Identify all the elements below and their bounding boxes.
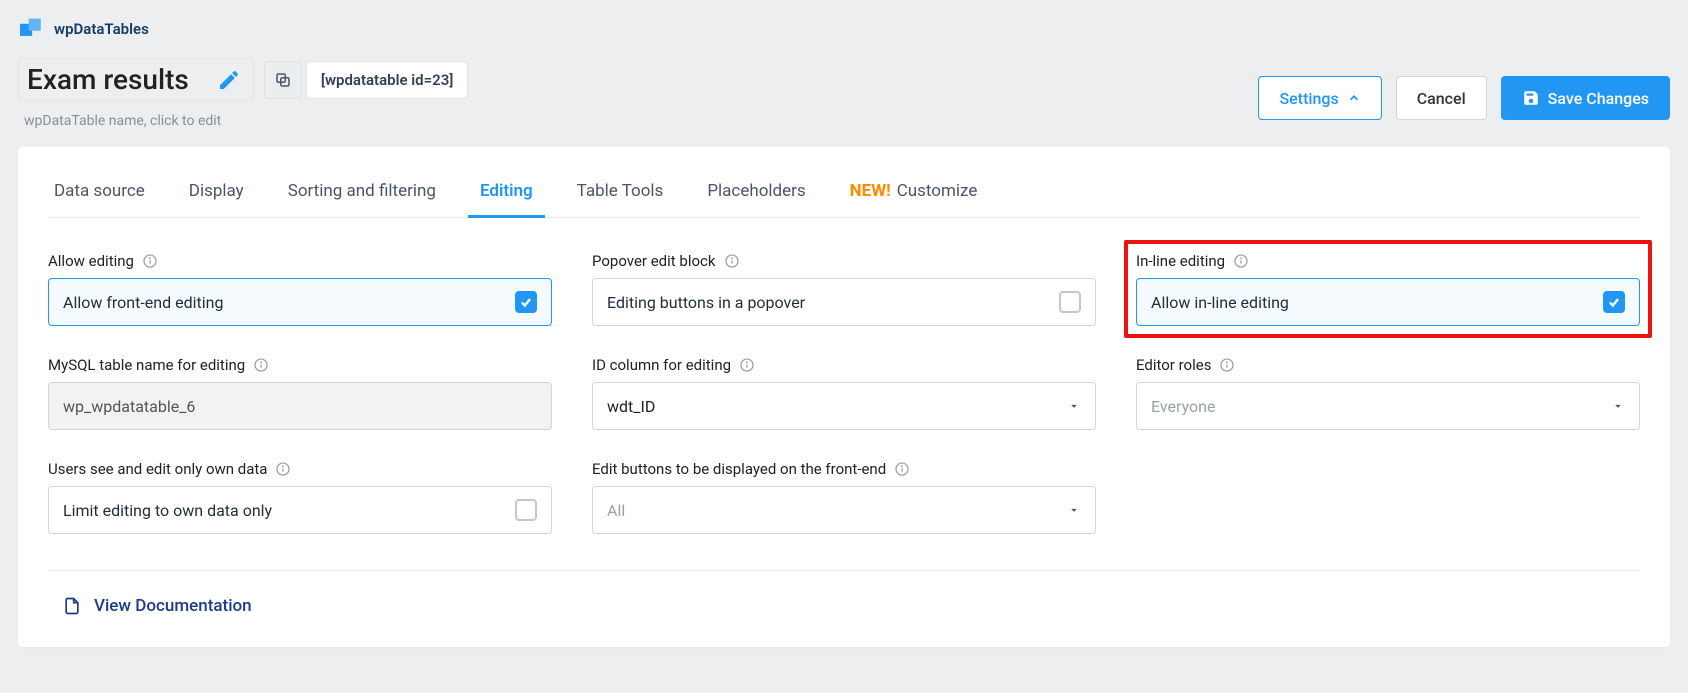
label-text: ID column for editing bbox=[592, 356, 731, 374]
settings-grid: Allow editing Allow front-end editing Po… bbox=[48, 252, 1640, 534]
tab-customize-label: Customize bbox=[897, 181, 978, 201]
inline-editing-toggle[interactable]: Allow in-line editing bbox=[1136, 278, 1640, 326]
allow-editing-label: Allow editing bbox=[48, 252, 552, 270]
document-icon bbox=[62, 595, 82, 617]
caret-down-icon bbox=[1611, 399, 1625, 413]
toggle-text: Editing buttons in a popover bbox=[607, 293, 805, 312]
caret-down-icon bbox=[1067, 399, 1081, 413]
info-icon[interactable] bbox=[894, 461, 910, 477]
select-value: wdt_ID bbox=[607, 397, 655, 416]
tab-display[interactable]: Display bbox=[187, 171, 246, 217]
view-documentation-link[interactable]: View Documentation bbox=[48, 595, 1640, 617]
copy-icon bbox=[274, 71, 292, 89]
edit-buttons-label: Edit buttons to be displayed on the fron… bbox=[592, 460, 1096, 478]
title-hint: wpDataTable name, click to edit bbox=[24, 113, 468, 129]
settings-label: Settings bbox=[1279, 89, 1338, 108]
label-text: MySQL table name for editing bbox=[48, 356, 245, 374]
separator bbox=[48, 570, 1640, 571]
inline-editing-label: In-line editing bbox=[1136, 252, 1640, 270]
doc-link-text: View Documentation bbox=[94, 596, 252, 616]
edit-buttons-select[interactable]: All bbox=[592, 486, 1096, 534]
info-icon[interactable] bbox=[275, 461, 291, 477]
own-data-label: Users see and edit only own data bbox=[48, 460, 552, 478]
topbar-left: Exam results [wpdatatable id=23] wpDataT… bbox=[18, 58, 468, 129]
toggle-text: Allow in-line editing bbox=[1151, 293, 1289, 312]
allow-editing-toggle[interactable]: Allow front-end editing bbox=[48, 278, 552, 326]
id-column-block: ID column for editing wdt_ID bbox=[592, 356, 1096, 430]
edit-buttons-block: Edit buttons to be displayed on the fron… bbox=[592, 460, 1096, 534]
brand-block: wpDataTables bbox=[20, 18, 1670, 40]
tab-sorting-filtering[interactable]: Sorting and filtering bbox=[286, 171, 438, 217]
editor-roles-select[interactable]: Everyone bbox=[1136, 382, 1640, 430]
shortcode-text[interactable]: [wpdatatable id=23] bbox=[306, 61, 469, 99]
mysql-table-label: MySQL table name for editing bbox=[48, 356, 552, 374]
cancel-button[interactable]: Cancel bbox=[1396, 76, 1487, 120]
save-button[interactable]: Save Changes bbox=[1501, 76, 1670, 120]
editor-roles-block: Editor roles Everyone bbox=[1136, 356, 1640, 430]
checkbox-off-icon bbox=[515, 499, 537, 521]
brand-logo-icon bbox=[20, 18, 46, 40]
label-text: Edit buttons to be displayed on the fron… bbox=[592, 460, 886, 478]
tab-placeholders[interactable]: Placeholders bbox=[705, 171, 807, 217]
shortcode-block: [wpdatatable id=23] bbox=[254, 61, 469, 99]
save-icon bbox=[1522, 89, 1540, 107]
checkbox-on-icon bbox=[1603, 291, 1625, 313]
popover-toggle[interactable]: Editing buttons in a popover bbox=[592, 278, 1096, 326]
topbar: Exam results [wpdatatable id=23] wpDataT… bbox=[18, 58, 1670, 129]
toggle-text: Limit editing to own data only bbox=[63, 501, 272, 520]
info-icon[interactable] bbox=[724, 253, 740, 269]
info-icon[interactable] bbox=[253, 357, 269, 373]
id-column-label: ID column for editing bbox=[592, 356, 1096, 374]
label-text: Users see and edit only own data bbox=[48, 460, 267, 478]
tabs: Data source Display Sorting and filterin… bbox=[48, 171, 1640, 218]
title-editor[interactable]: Exam results bbox=[18, 58, 254, 101]
tab-editing[interactable]: Editing bbox=[478, 171, 535, 217]
inline-editing-block: In-line editing Allow in-line editing bbox=[1136, 252, 1640, 326]
empty-cell bbox=[1136, 460, 1640, 534]
highlight-annotation: In-line editing Allow in-line editing bbox=[1124, 240, 1652, 338]
popover-block: Popover edit block Editing buttons in a … bbox=[592, 252, 1096, 326]
topbar-right: Settings Cancel Save Changes bbox=[1258, 76, 1670, 120]
allow-editing-block: Allow editing Allow front-end editing bbox=[48, 252, 552, 326]
brand-name: wpDataTables bbox=[54, 20, 149, 38]
select-placeholder: Everyone bbox=[1151, 397, 1215, 416]
settings-button[interactable]: Settings bbox=[1258, 76, 1381, 120]
new-prefix: NEW! bbox=[850, 181, 891, 201]
checkbox-on-icon bbox=[515, 291, 537, 313]
cancel-label: Cancel bbox=[1417, 89, 1466, 108]
tab-data-source[interactable]: Data source bbox=[52, 171, 147, 217]
copy-shortcode-button[interactable] bbox=[264, 61, 302, 99]
info-icon[interactable] bbox=[142, 253, 158, 269]
own-data-block: Users see and edit only own data Limit e… bbox=[48, 460, 552, 534]
chevron-up-icon bbox=[1347, 91, 1361, 105]
save-label: Save Changes bbox=[1548, 89, 1649, 108]
pencil-icon[interactable] bbox=[217, 68, 241, 92]
own-data-toggle[interactable]: Limit editing to own data only bbox=[48, 486, 552, 534]
select-value: All bbox=[607, 501, 625, 520]
editor-roles-label: Editor roles bbox=[1136, 356, 1640, 374]
label-text: In-line editing bbox=[1136, 252, 1225, 270]
checkbox-off-icon bbox=[1059, 291, 1081, 313]
toggle-text: Allow front-end editing bbox=[63, 293, 223, 312]
mysql-table-input[interactable]: wp_wpdatatable_6 bbox=[48, 382, 552, 430]
info-icon[interactable] bbox=[1233, 253, 1249, 269]
tab-table-tools[interactable]: Table Tools bbox=[575, 171, 666, 217]
page-title: Exam results bbox=[25, 59, 191, 100]
caret-down-icon bbox=[1067, 503, 1081, 517]
info-icon[interactable] bbox=[739, 357, 755, 373]
info-icon[interactable] bbox=[1219, 357, 1235, 373]
label-text: Allow editing bbox=[48, 252, 134, 270]
label-text: Popover edit block bbox=[592, 252, 716, 270]
mysql-table-block: MySQL table name for editing wp_wpdatata… bbox=[48, 356, 552, 430]
id-column-select[interactable]: wdt_ID bbox=[592, 382, 1096, 430]
popover-label: Popover edit block bbox=[592, 252, 1096, 270]
tab-customize[interactable]: NEW! Customize bbox=[848, 171, 980, 217]
label-text: Editor roles bbox=[1136, 356, 1211, 374]
main-panel: Data source Display Sorting and filterin… bbox=[18, 147, 1670, 647]
